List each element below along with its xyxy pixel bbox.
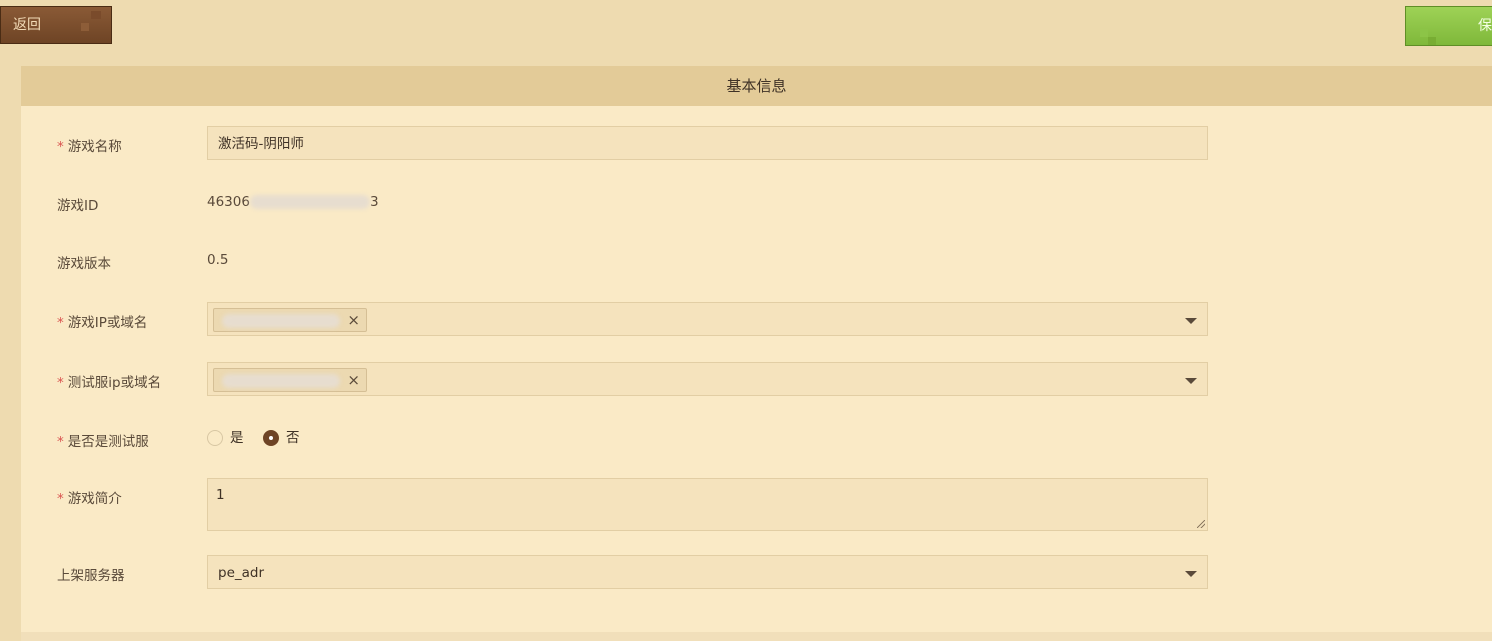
game-version-value: 0.5 [207,252,229,268]
game-name-input[interactable]: 激活码-阴阳师 [207,126,1208,160]
chevron-down-icon[interactable] [1185,318,1197,324]
server-select[interactable]: pe_adr [207,555,1208,589]
radio-yes[interactable] [207,430,223,446]
resize-handle-icon[interactable] [1197,520,1205,528]
chevron-down-icon[interactable] [1185,571,1197,577]
radio-yes-label[interactable]: 是 [230,430,244,446]
save-button[interactable]: 保 [1405,6,1492,46]
game-ip-select[interactable]: × [207,302,1208,336]
intro-label: * 游戏简介 [57,491,122,507]
redacted-blur [222,374,340,388]
tag-remove-icon[interactable]: × [347,371,360,389]
game-id-label: 游戏ID [57,198,99,214]
server-label: 上架服务器 [57,568,125,584]
intro-value: 1 [216,487,225,503]
game-name-label: * 游戏名称 [57,139,122,155]
panel-title: 基本信息 [21,66,1492,106]
server-value: pe_adr [218,565,265,581]
game-name-value: 激活码-阴阳师 [218,136,304,152]
tag-remove-icon[interactable]: × [347,311,360,329]
test-ip-select[interactable]: × [207,362,1208,396]
game-ip-label: * 游戏IP或域名 [57,315,148,331]
intro-textarea[interactable]: 1 [207,478,1208,531]
redacted-blur [222,314,340,328]
redacted-blur [249,195,370,209]
save-button-label: 保 [1478,18,1492,34]
radio-no[interactable] [263,430,279,446]
game-ip-tag: × [213,308,367,332]
chevron-down-icon[interactable] [1185,378,1197,384]
radio-no-label[interactable]: 否 [286,430,300,446]
basic-info-panel: 基本信息 * 游戏名称 激活码-阴阳师 游戏ID 46306 3 游戏版本 0.5 … [21,66,1492,641]
test-ip-label: * 测试服ip或域名 [57,375,162,391]
panel-bottom-border [21,632,1492,641]
game-id-value: 46306 3 [207,194,379,210]
back-button-label: 返回 [13,17,41,33]
is-test-label: * 是否是测试服 [57,434,149,450]
required-mark: * [57,139,64,155]
test-ip-tag: × [213,368,367,392]
game-version-label: 游戏版本 [57,256,111,272]
back-button[interactable]: 返回 [0,6,112,44]
